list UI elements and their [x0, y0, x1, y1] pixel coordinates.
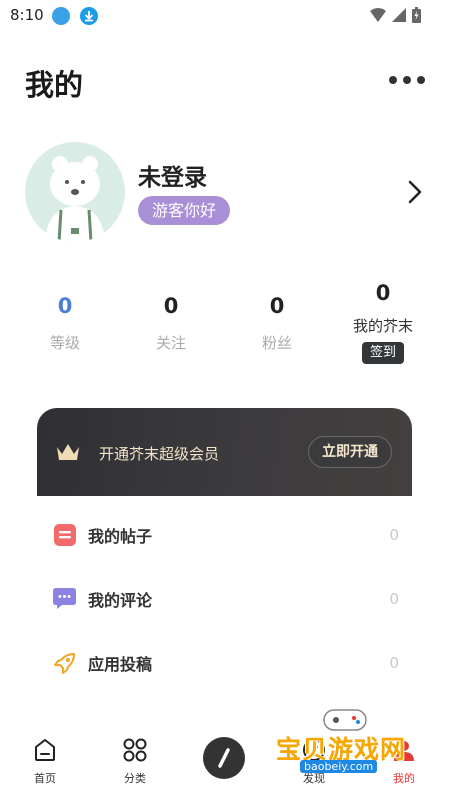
stat-following-value: 0 [163, 294, 179, 318]
more-dot-icon [403, 76, 411, 84]
stat-level[interactable]: 0 等级 [20, 294, 110, 353]
rocket-icon [53, 652, 76, 675]
vip-open-button[interactable]: 立即开通 [308, 436, 392, 468]
post-icon [53, 524, 76, 547]
username[interactable]: 未登录 [138, 158, 207, 192]
wifi-icon [370, 8, 386, 22]
menu-item-my-posts[interactable]: 我的帖子 0 [37, 503, 412, 567]
vip-text: 开通芥末超级会员 [99, 445, 220, 463]
signal-icon [392, 8, 406, 22]
download-icon [80, 7, 98, 25]
avatar[interactable] [25, 142, 125, 242]
nav-category[interactable]: 分类 [105, 736, 165, 786]
battery-icon [412, 7, 421, 23]
vip-card[interactable]: 开通芥末超级会员 立即开通 [37, 408, 412, 496]
status-indicators [370, 7, 421, 23]
stat-following[interactable]: 0 关注 [126, 294, 216, 353]
checkin-button[interactable]: 签到 [361, 342, 404, 364]
menu-label: 应用投稿 [88, 655, 153, 674]
nav-label: 首页 [34, 772, 56, 785]
home-icon [35, 739, 55, 761]
menu-label: 我的帖子 [88, 527, 153, 546]
bear-avatar-icon [45, 156, 105, 242]
stat-fans-label: 粉丝 [261, 334, 292, 352]
profile-chevron-right-icon[interactable] [405, 180, 425, 204]
stat-level-value: 0 [57, 294, 73, 318]
stat-points-label: 我的芥末 [352, 317, 413, 335]
publish-button[interactable] [203, 737, 245, 779]
stat-level-label: 等级 [49, 334, 80, 352]
watermark: 宝贝游戏网 baobeiy.com [270, 700, 430, 795]
menu-count: 0 [389, 654, 399, 672]
comment-icon [53, 588, 76, 611]
pen-icon [218, 748, 230, 768]
menu-count: 0 [389, 590, 399, 608]
menu-label: 我的评论 [88, 591, 153, 610]
nav-home[interactable]: 首页 [15, 736, 75, 786]
stat-points-value: 0 [375, 281, 391, 305]
menu-item-app-submission[interactable]: 应用投稿 0 [37, 631, 412, 695]
stat-points[interactable]: 0 我的芥末 签到 [338, 281, 428, 364]
guest-badge: 游客你好 [138, 196, 231, 225]
menu-item-my-comments[interactable]: 我的评论 0 [37, 567, 412, 631]
more-dot-icon [389, 76, 397, 84]
more-options-button[interactable] [389, 68, 425, 92]
more-dot-icon [417, 76, 425, 84]
watermark-url: baobeiy.com [300, 760, 378, 773]
app-notification-icon [52, 7, 70, 25]
stat-fans-value: 0 [269, 294, 285, 318]
status-time: 8:10 [10, 6, 44, 24]
nav-label: 分类 [124, 772, 146, 785]
status-bar: 8:10 [0, 0, 449, 32]
category-icon [123, 738, 147, 762]
menu-count: 0 [389, 526, 399, 544]
stat-fans[interactable]: 0 粉丝 [232, 294, 322, 353]
crown-icon [57, 444, 79, 460]
menu-list: 我的帖子 0 我的评论 0 应用投稿 0 [37, 496, 412, 695]
page-title: 我的 [25, 68, 84, 102]
stat-following-label: 关注 [155, 334, 186, 352]
